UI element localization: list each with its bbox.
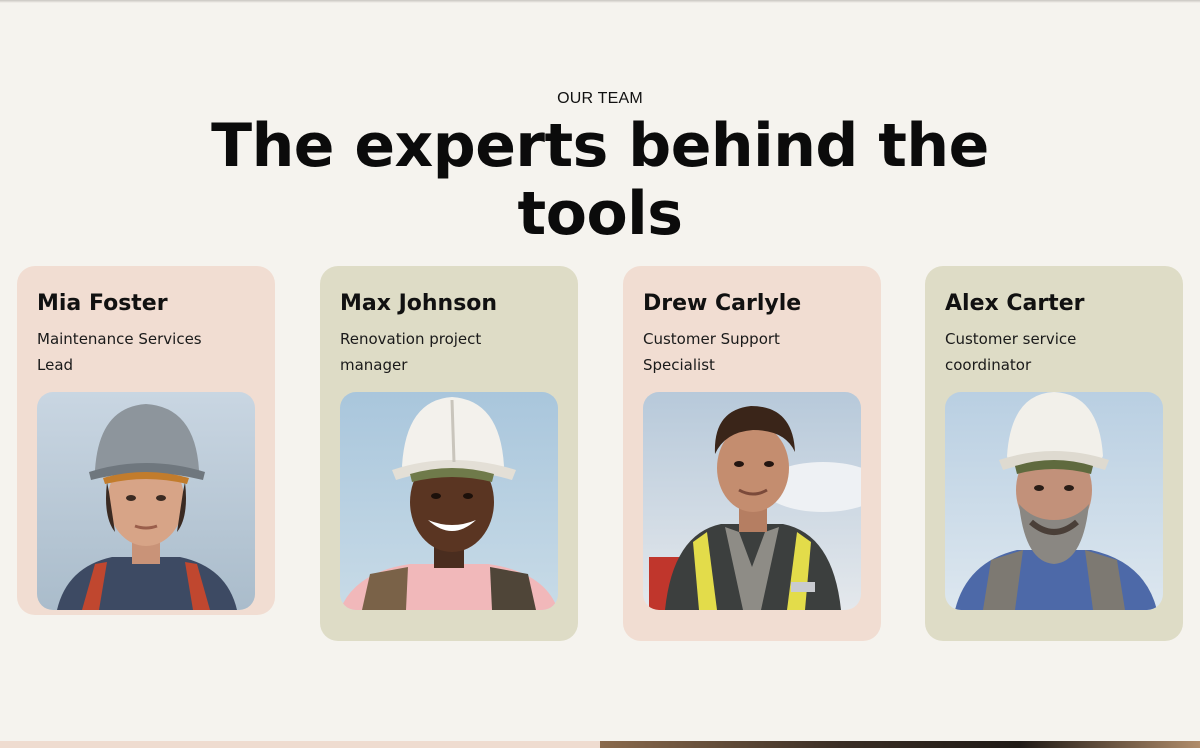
team-member-photo [945, 392, 1163, 610]
section-heading: The experts behind the tools [211, 111, 989, 249]
team-member-name: Drew Carlyle [643, 291, 802, 316]
worker-portrait-icon [945, 392, 1163, 610]
team-member-photo [37, 392, 255, 610]
next-section-image [600, 741, 1200, 748]
team-member-role: Customer Support Specialist [643, 330, 780, 374]
team-member-role: Customer service coordinator [945, 330, 1077, 374]
team-member-name: Mia Foster [37, 291, 168, 316]
team-card-max-johnson: Max Johnson Renovation project manager [320, 266, 578, 641]
section-eyebrow: OUR TEAM [557, 90, 643, 107]
team-card-alex-carter: Alex Carter Customer service coordinator [925, 266, 1183, 641]
next-section-strip [0, 741, 600, 748]
team-member-role: Renovation project manager [340, 330, 482, 374]
worker-portrait-icon [340, 392, 558, 610]
team-card-drew-carlyle: Drew Carlyle Customer Support Specialist [623, 266, 881, 641]
team-member-role: Maintenance Services Lead [37, 330, 202, 374]
team-card-mia-foster: Mia Foster Maintenance Services Lead [17, 266, 275, 615]
team-member-photo [643, 392, 861, 610]
team-member-photo [340, 392, 558, 610]
worker-portrait-icon [643, 392, 861, 610]
header-shadow [0, 0, 1200, 3]
team-member-name: Alex Carter [945, 291, 1085, 316]
worker-portrait-icon [37, 392, 255, 610]
team-member-name: Max Johnson [340, 291, 498, 316]
